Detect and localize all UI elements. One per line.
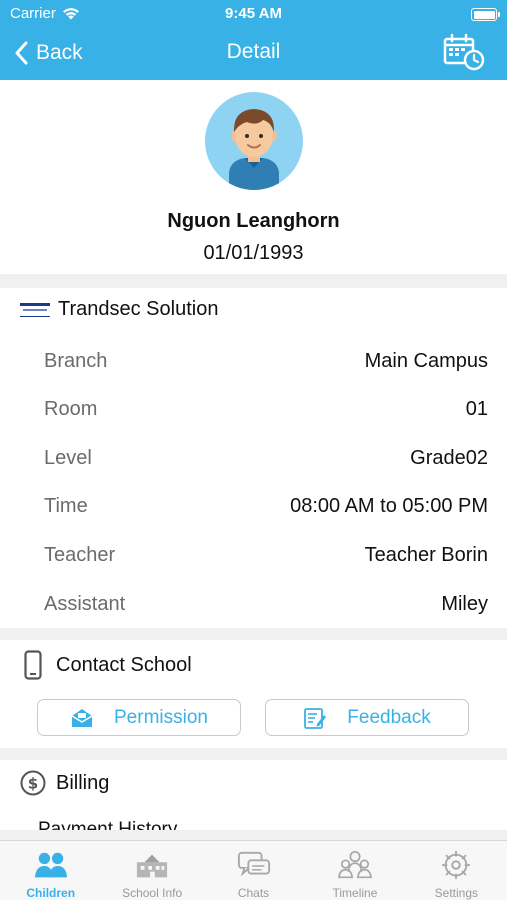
detail-row-time: Time 08:00 AM to 05:00 PM: [44, 491, 488, 521]
feedback-button[interactable]: Feedback: [265, 699, 469, 736]
permission-label: Permission: [114, 706, 208, 728]
phone-icon: [24, 650, 42, 680]
chat-bubbles-icon: [237, 851, 270, 877]
tab-bar: Children School Info Chats Timeline Sett…: [0, 840, 507, 900]
billing-header: $ Billing: [20, 770, 109, 796]
detail-row-branch: Branch Main Campus: [44, 346, 488, 376]
detail-value: Miley: [441, 592, 488, 615]
feedback-form-icon: [304, 707, 327, 729]
tab-settings[interactable]: Settings: [406, 841, 507, 900]
student-name: Nguon Leanghorn: [167, 210, 340, 232]
detail-value: Main Campus: [364, 349, 488, 372]
billing-section: $ Billing Payment History: [0, 760, 507, 830]
tab-label: Chats: [237, 886, 270, 900]
dollar-circle-icon: $: [20, 770, 46, 796]
feedback-label: Feedback: [347, 706, 431, 728]
detail-value: Teacher Borin: [364, 543, 488, 566]
tab-label: School Info: [122, 886, 183, 900]
contact-header: Contact School: [24, 650, 192, 680]
calendar-clock-icon[interactable]: [443, 33, 485, 71]
contact-title: Contact School: [56, 653, 192, 676]
student-dob: 01/01/1993: [203, 242, 304, 264]
detail-row-teacher: Teacher Teacher Borin: [44, 540, 488, 570]
detail-label: Room: [44, 397, 98, 420]
school-building-icon: [136, 854, 168, 878]
status-bar: Carrier 9:45 AM: [0, 0, 507, 28]
status-time: 9:45 AM: [225, 5, 282, 22]
envelope-icon: [71, 708, 93, 727]
tab-chats[interactable]: Chats: [203, 841, 304, 900]
school-section: Trandsec Solution Branch Main Campus Roo…: [0, 288, 507, 628]
tab-label: Timeline: [332, 886, 378, 900]
school-name: Trandsec Solution: [58, 298, 219, 320]
contact-section: Contact School Permission Feedback: [0, 640, 507, 748]
battery-icon: [471, 8, 500, 21]
permission-button[interactable]: Permission: [37, 699, 241, 736]
detail-row-level: Level Grade02: [44, 443, 488, 473]
detail-label: Level: [44, 446, 92, 469]
svg-text:$: $: [28, 775, 38, 793]
detail-label: Teacher: [44, 543, 116, 566]
profile-card: Nguon Leanghorn 01/01/1993: [0, 80, 507, 274]
payment-history-link[interactable]: Payment History: [38, 819, 177, 830]
gear-icon: [442, 850, 471, 880]
children-icon: [34, 852, 67, 878]
detail-label: Time: [44, 494, 88, 517]
tab-timeline[interactable]: Timeline: [304, 841, 405, 900]
detail-label: Branch: [44, 349, 108, 372]
detail-value: 08:00 AM to 05:00 PM: [290, 494, 488, 517]
tab-label: Settings: [434, 886, 478, 900]
detail-row-assistant: Assistant Miley: [44, 589, 488, 619]
tab-school-info[interactable]: School Info: [101, 841, 202, 900]
school-logo: [20, 302, 50, 317]
detail-value: Grade02: [410, 446, 488, 469]
header: Carrier 9:45 AM Back Detail: [0, 0, 507, 80]
tab-children[interactable]: Children: [0, 841, 101, 900]
boy-avatar-icon: [205, 92, 303, 190]
billing-title: Billing: [56, 771, 110, 794]
detail-row-room: Room 01: [44, 394, 488, 424]
detail-label: Assistant: [44, 592, 126, 615]
people-group-icon: [337, 850, 372, 879]
page-title: Detail: [226, 40, 281, 63]
school-header: Trandsec Solution: [20, 298, 218, 321]
tab-label: Children: [26, 886, 76, 900]
detail-value: 01: [465, 397, 488, 420]
